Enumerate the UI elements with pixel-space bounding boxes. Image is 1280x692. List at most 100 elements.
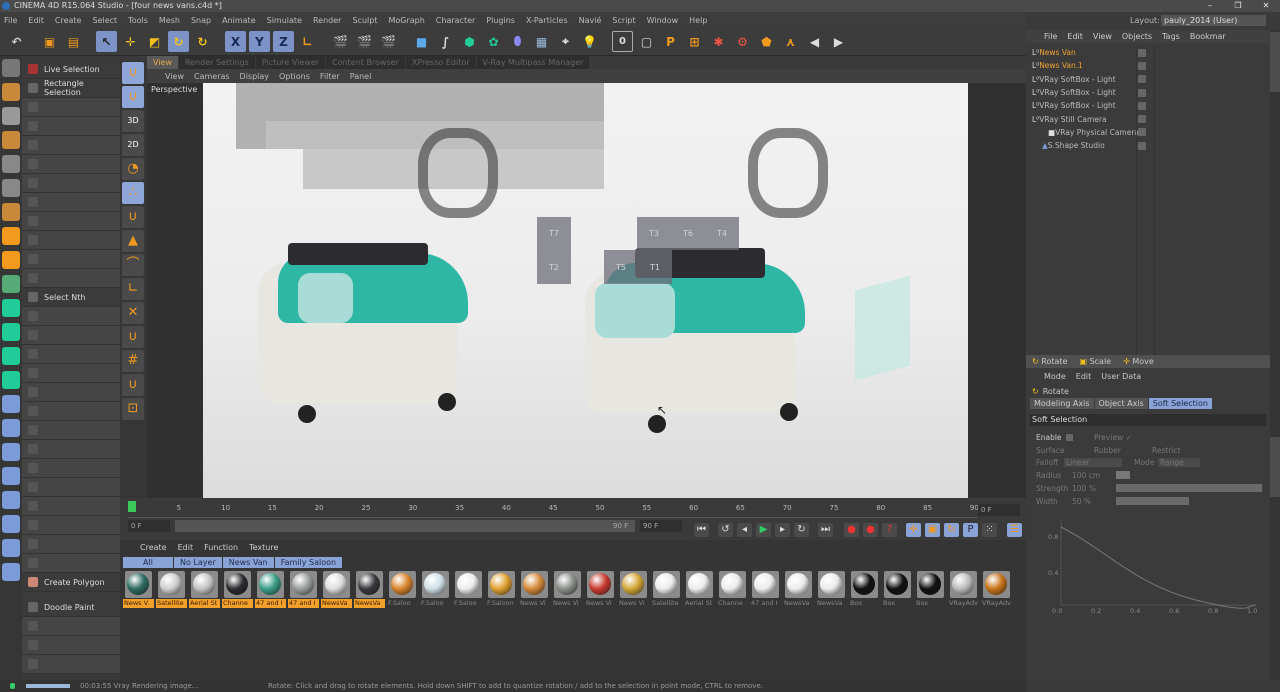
material-swatch[interactable]: NewsVa (320, 569, 353, 609)
mode-icon[interactable] (2, 59, 20, 77)
mode-icon[interactable] (2, 251, 20, 269)
layer-counter[interactable]: 0 (612, 31, 633, 52)
key-rotation-icon[interactable]: ↻ (944, 523, 959, 537)
attribute-menu-mode[interactable]: Mode (1044, 372, 1066, 381)
mode-icon[interactable] (2, 203, 20, 221)
psr-icon[interactable]: P (660, 31, 681, 52)
snap-rotate-icon[interactable]: ◔ (122, 158, 144, 180)
snap-enable-icon[interactable]: ∪ (122, 86, 144, 108)
go-to-end-icon[interactable]: ⏭ (818, 523, 833, 537)
render-settings-icon[interactable]: 🎬 (378, 31, 399, 52)
object-row[interactable]: L⁰ News Van (1026, 46, 1270, 59)
snap-guide-icon[interactable]: ∪ (122, 374, 144, 396)
frame-range-slider[interactable] (175, 520, 635, 532)
tab-v-ray-multipass-manager[interactable]: V-Ray Multipass Manager (476, 56, 590, 69)
camera-icon[interactable]: ⌖ (555, 31, 576, 52)
floor-icon[interactable]: ▦ (531, 31, 552, 52)
menu-snap[interactable]: Snap (191, 16, 211, 25)
material-swatch[interactable]: News Vi (584, 569, 617, 609)
menu-file[interactable]: File (4, 16, 17, 25)
viewport-menu-view[interactable]: View (165, 72, 184, 81)
rubber-checkbox[interactable]: Rubber (1094, 446, 1121, 455)
select-nth-item[interactable]: Select Nth (22, 288, 120, 307)
auto-key-icon[interactable]: ● (863, 523, 878, 537)
radius-slider[interactable] (1116, 471, 1130, 479)
create-polygon-item[interactable]: Create Polygon (22, 573, 120, 592)
current-frame-field[interactable]: 0 F (978, 504, 1020, 516)
object-row[interactable]: ■ VRay Physical Camera (1026, 126, 1270, 139)
enable-checkbox-box[interactable] (1066, 434, 1073, 441)
subdivision-icon[interactable]: ⬢ (459, 31, 480, 52)
tab-content-browser[interactable]: Content Browser (326, 56, 405, 69)
material-menu-edit[interactable]: Edit (178, 543, 194, 555)
timeline-ruler[interactable]: 051015202530354045505560657075808590 (128, 502, 979, 518)
go-to-start-icon[interactable]: ⏮ (694, 523, 709, 537)
layout-dropdown[interactable]: pauly_2014 (User) (1161, 15, 1266, 26)
snap-edge-icon[interactable]: ∪ (122, 206, 144, 228)
object-menu-tags[interactable]: Tags (1162, 32, 1180, 41)
material-swatch[interactable]: News Vi (617, 569, 650, 609)
end-frame-field[interactable]: 90 F (640, 520, 682, 532)
move-tool-icon[interactable]: ✛ (120, 31, 141, 52)
mode-icon[interactable] (2, 275, 20, 293)
mode-icon[interactable] (2, 83, 20, 101)
mode-icon[interactable] (2, 539, 20, 557)
filter-all[interactable]: All (123, 557, 173, 568)
mode-icon[interactable] (2, 515, 20, 533)
go-icon[interactable]: ▢ (636, 31, 657, 52)
menu-window[interactable]: Window (647, 16, 679, 25)
viewport-menu-panel[interactable]: Panel (350, 72, 372, 81)
visibility-toggle[interactable] (1138, 88, 1146, 97)
next-frame-icon[interactable]: ▸ (775, 523, 790, 537)
attributes-side-tab[interactable] (1270, 437, 1280, 497)
mode-icon[interactable] (2, 395, 20, 413)
menu-animate[interactable]: Animate (222, 16, 256, 25)
material-swatch[interactable]: NewsVa (353, 569, 386, 609)
object-row[interactable]: L⁰ VRay SoftBox - Light (1026, 73, 1270, 86)
viewport-menu-cameras[interactable]: Cameras (194, 72, 230, 81)
minimize-button[interactable]: – (1196, 0, 1224, 12)
snap-magnet-icon[interactable]: ∪ (122, 62, 144, 84)
menu-plugins[interactable]: Plugins (486, 16, 515, 25)
material-menu-texture[interactable]: Texture (249, 543, 278, 555)
deformer-icon[interactable]: ⬮ (507, 31, 528, 52)
menu-tools[interactable]: Tools (128, 16, 148, 25)
snap-polygon-icon[interactable]: ▲ (122, 230, 144, 252)
keyframe-selection-icon[interactable]: ? (882, 523, 897, 537)
menu-help[interactable]: Help (689, 16, 707, 25)
menu-mograph[interactable]: MoGraph (388, 16, 424, 25)
object-row[interactable]: ▲ S.Shape Studio (1026, 139, 1270, 152)
attribute-menu-edit[interactable]: Edit (1076, 372, 1092, 381)
mode-icon[interactable] (2, 299, 20, 317)
spline-pen-icon[interactable]: ∫ (435, 31, 456, 52)
mograph-icon[interactable]: ✱ (708, 31, 729, 52)
viewport-menu-options[interactable]: Options (279, 72, 310, 81)
objects-side-tab[interactable] (1270, 32, 1280, 92)
width-field[interactable]: 50 % (1072, 497, 1091, 506)
cube-icon[interactable]: ■ (411, 31, 432, 52)
material-swatch[interactable]: F.Saloon (485, 569, 518, 609)
material-swatch[interactable]: F.Saloo (386, 569, 419, 609)
mode-icon[interactable] (2, 443, 20, 461)
tab-modeling-axis[interactable]: Modeling Axis (1030, 398, 1094, 409)
snap-points-icon[interactable]: ∴ (122, 182, 144, 204)
enable-checkbox[interactable]: Enable (1036, 433, 1062, 442)
material-swatch[interactable]: News V. (122, 569, 155, 609)
material-swatch[interactable]: Channe (221, 569, 254, 609)
tab-xpresso-editor[interactable]: XPresso Editor (405, 56, 476, 69)
mode-icon[interactable] (2, 491, 20, 509)
menu-render[interactable]: Render (313, 16, 341, 25)
attribute-menu-user-data[interactable]: User Data (1101, 372, 1141, 381)
snap-intersection-icon[interactable]: ✕ (122, 302, 144, 324)
record-icon[interactable]: ● (844, 523, 859, 537)
snap-2d-button[interactable]: 2D (122, 134, 144, 156)
visibility-toggle[interactable] (1138, 115, 1146, 124)
material-swatch[interactable]: News Vi (518, 569, 551, 609)
visibility-toggle[interactable] (1138, 48, 1146, 57)
menu-character[interactable]: Character (436, 16, 476, 25)
menu-create[interactable]: Create (55, 16, 82, 25)
open-icon[interactable]: ▤ (63, 31, 84, 52)
object-menu-bookmar[interactable]: Bookmar (1190, 32, 1226, 41)
visibility-toggle[interactable] (1138, 75, 1146, 84)
snap-axis-icon[interactable]: ∟ (122, 278, 144, 300)
